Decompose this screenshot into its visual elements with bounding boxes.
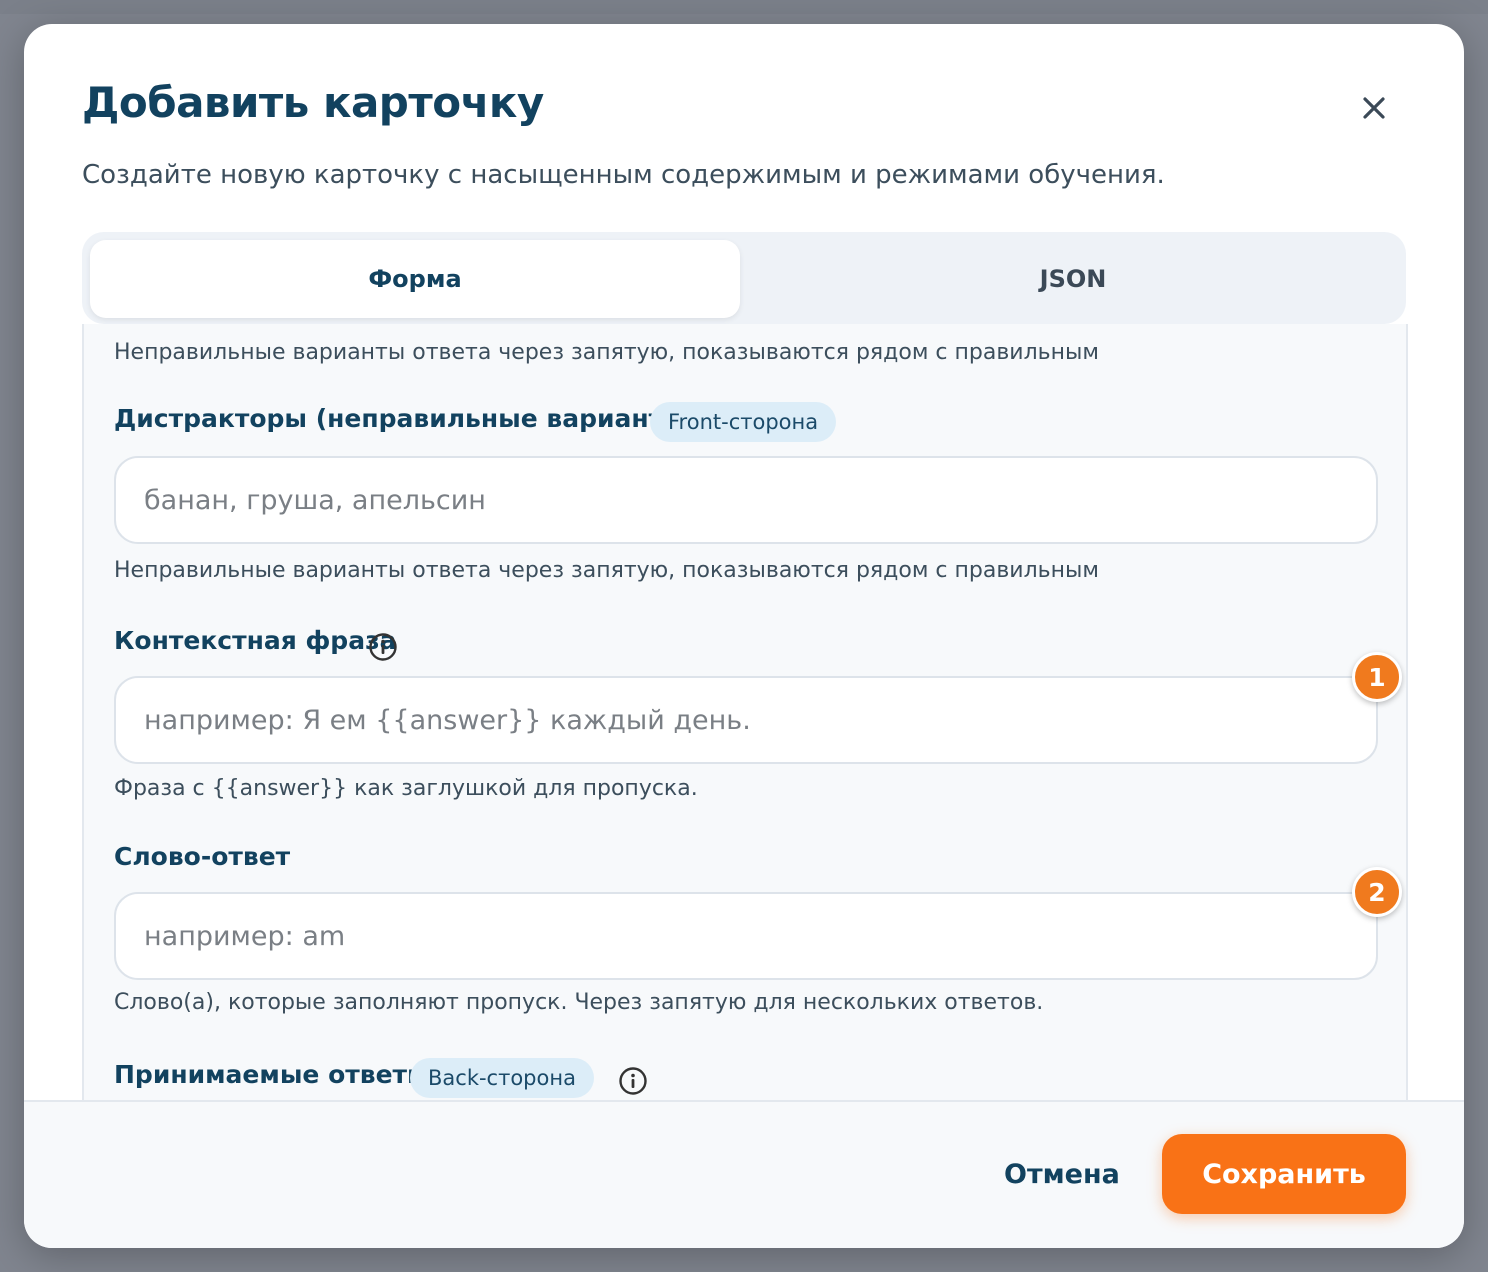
cancel-button[interactable]: Отмена <box>984 1144 1140 1204</box>
dialog-footer: Отмена Сохранить <box>24 1100 1464 1248</box>
distractors-hint: Неправильные варианты ответа через запят… <box>114 558 1099 583</box>
context-phrase-label: Контекстная фраза <box>114 626 397 655</box>
back-side-badge: Back-сторона <box>410 1058 594 1098</box>
card-form: Неправильные варианты ответа через запят… <box>82 324 1408 1100</box>
add-card-dialog: Добавить карточку Создайте новую карточк… <box>24 24 1464 1248</box>
step-marker-2: 2 <box>1352 867 1402 917</box>
context-phrase-input[interactable] <box>114 676 1378 764</box>
context-phrase-hint: Фраза с {{answer}} как заглушкой для про… <box>114 776 698 801</box>
answer-word-hint: Слово(а), которые заполняют пропуск. Чер… <box>114 990 1044 1015</box>
distractors-label: Дистракторы (неправильные варианты) <box>114 404 698 433</box>
mode-tabs: Форма JSON <box>82 232 1406 324</box>
accepted-answers-label: Принимаемые ответы <box>114 1060 430 1089</box>
tab-form[interactable]: Форма <box>90 240 740 318</box>
front-side-badge: Front-сторона <box>650 402 837 442</box>
answer-word-input[interactable] <box>114 892 1378 980</box>
context-phrase-info-icon[interactable] <box>368 632 398 662</box>
accepted-answers-info-icon[interactable] <box>618 1066 648 1096</box>
distractors-input[interactable] <box>114 456 1378 544</box>
step-marker-1: 1 <box>1352 652 1402 702</box>
backdrop <box>0 0 1488 14</box>
previous-field-hint: Неправильные варианты ответа через запят… <box>114 340 1099 365</box>
close-button[interactable] <box>1354 88 1394 128</box>
answer-word-label: Слово-ответ <box>114 842 291 871</box>
tab-json[interactable]: JSON <box>748 240 1398 318</box>
save-button[interactable]: Сохранить <box>1162 1134 1406 1214</box>
close-icon <box>1363 97 1385 119</box>
dialog-subtitle: Создайте новую карточку с насыщенным сод… <box>82 160 1165 190</box>
dialog-title: Добавить карточку <box>82 78 544 127</box>
